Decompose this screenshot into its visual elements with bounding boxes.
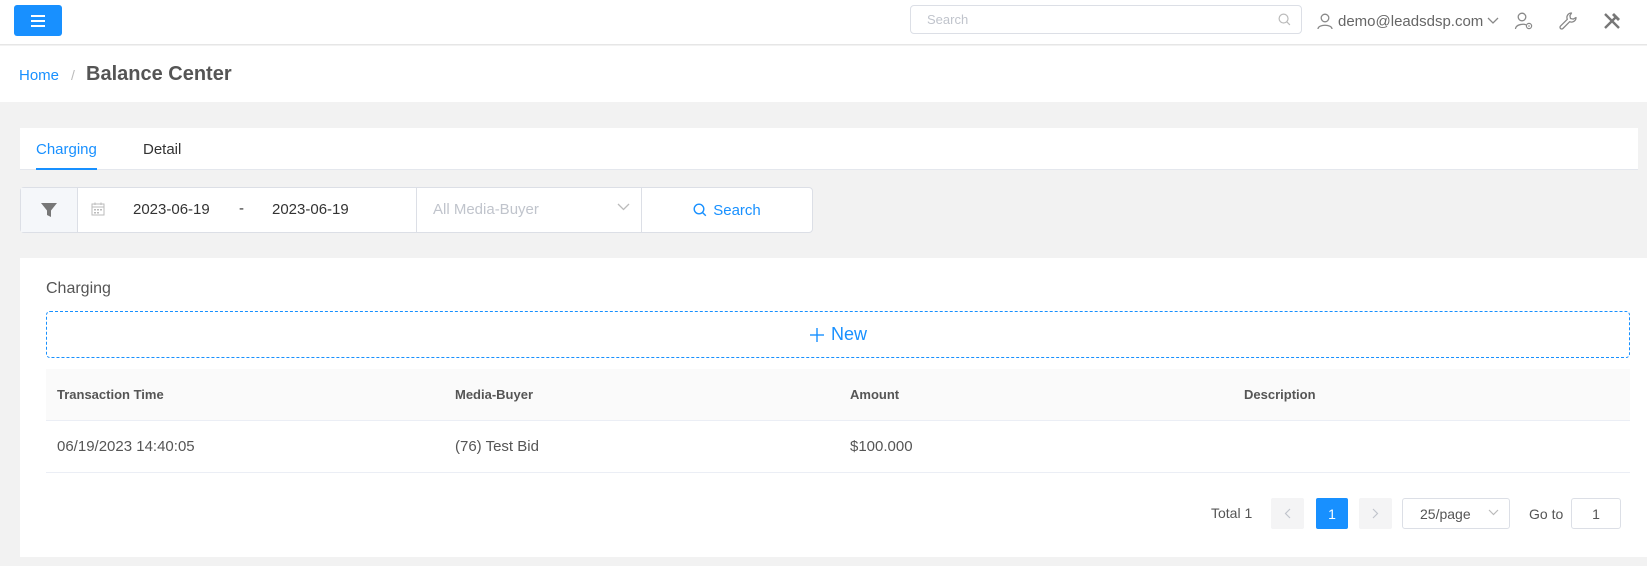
- tools-icon[interactable]: [1601, 10, 1623, 32]
- new-charge-button[interactable]: New: [46, 311, 1630, 358]
- goto-label: Go to: [1529, 506, 1564, 522]
- search-icon: [693, 203, 707, 217]
- menu-toggle-button[interactable]: [14, 5, 62, 36]
- user-icon: [1317, 13, 1333, 30]
- search-icon[interactable]: [1278, 13, 1291, 26]
- breadcrumb-separator: /: [71, 67, 75, 83]
- top-bar: demo@leadsdsp.com: [0, 0, 1647, 45]
- table-header: Transaction Time Media-Buyer Amount Desc…: [46, 369, 1630, 421]
- page-number-button[interactable]: 1: [1316, 498, 1348, 529]
- search-button-label: Search: [713, 201, 761, 219]
- page-size-value: 25/page: [1420, 506, 1471, 522]
- column-header-description[interactable]: Description: [1244, 369, 1316, 421]
- tab-detail[interactable]: Detail: [143, 141, 181, 158]
- breadcrumb-home-link[interactable]: Home: [19, 67, 59, 84]
- user-menu[interactable]: demo@leadsdsp.com: [1316, 10, 1499, 32]
- tab-bar: Charging Detail: [20, 128, 1638, 170]
- filter-icon: [41, 203, 57, 217]
- table-row[interactable]: 06/19/2023 14:40:05 (76) Test Bid $100.0…: [46, 421, 1630, 473]
- chevron-down-icon: [1488, 509, 1499, 516]
- global-search: [910, 5, 1302, 34]
- plus-icon: [809, 327, 824, 342]
- chevron-down-icon: [1487, 17, 1499, 24]
- prev-page-button[interactable]: [1271, 498, 1304, 529]
- pagination: Total 1 1 25/page Go to: [20, 497, 1647, 529]
- search-button[interactable]: Search: [642, 188, 812, 232]
- date-end[interactable]: 2023-06-19: [272, 201, 349, 218]
- media-buyer-placeholder: All Media-Buyer: [433, 201, 539, 218]
- hamburger-icon: [31, 14, 45, 27]
- date-range-picker[interactable]: 2023-06-19 - 2023-06-19: [78, 188, 417, 232]
- column-header-transaction-time[interactable]: Transaction Time: [57, 369, 164, 421]
- chevron-down-icon: [617, 203, 630, 211]
- page-title: Balance Center: [86, 63, 232, 85]
- new-button-label: New: [830, 324, 867, 344]
- breadcrumb: Home / Balance Center: [0, 46, 1647, 102]
- user-email: demo@leadsdsp.com: [1338, 12, 1484, 30]
- next-page-button[interactable]: [1359, 498, 1392, 529]
- pagination-total: Total 1: [1211, 505, 1253, 521]
- tab-charging[interactable]: Charging: [36, 141, 97, 170]
- date-range-separator: -: [239, 200, 244, 217]
- calendar-icon: [91, 202, 105, 216]
- global-search-input[interactable]: [911, 6, 1251, 33]
- cell-media-buyer: (76) Test Bid: [455, 438, 539, 455]
- goto-page-input[interactable]: [1571, 498, 1621, 529]
- chevron-right-icon: [1372, 508, 1379, 519]
- charging-card: Charging New Transaction Time Media-Buye…: [20, 258, 1647, 557]
- wrench-icon[interactable]: [1557, 10, 1579, 32]
- filter-toggle[interactable]: [21, 188, 78, 232]
- chevron-left-icon: [1284, 508, 1291, 519]
- page-size-select[interactable]: 25/page: [1402, 498, 1510, 529]
- charging-table: Transaction Time Media-Buyer Amount Desc…: [46, 369, 1630, 473]
- column-header-amount[interactable]: Amount: [850, 369, 899, 421]
- user-settings-icon[interactable]: [1513, 10, 1535, 32]
- media-buyer-select[interactable]: All Media-Buyer: [417, 188, 642, 232]
- column-header-media-buyer[interactable]: Media-Buyer: [455, 369, 533, 421]
- cell-amount: $100.000: [850, 438, 913, 455]
- card-title: Charging: [46, 280, 111, 297]
- date-start[interactable]: 2023-06-19: [133, 201, 210, 218]
- filter-bar: 2023-06-19 - 2023-06-19 All Media-Buyer …: [20, 187, 813, 233]
- cell-transaction-time: 06/19/2023 14:40:05: [57, 438, 195, 455]
